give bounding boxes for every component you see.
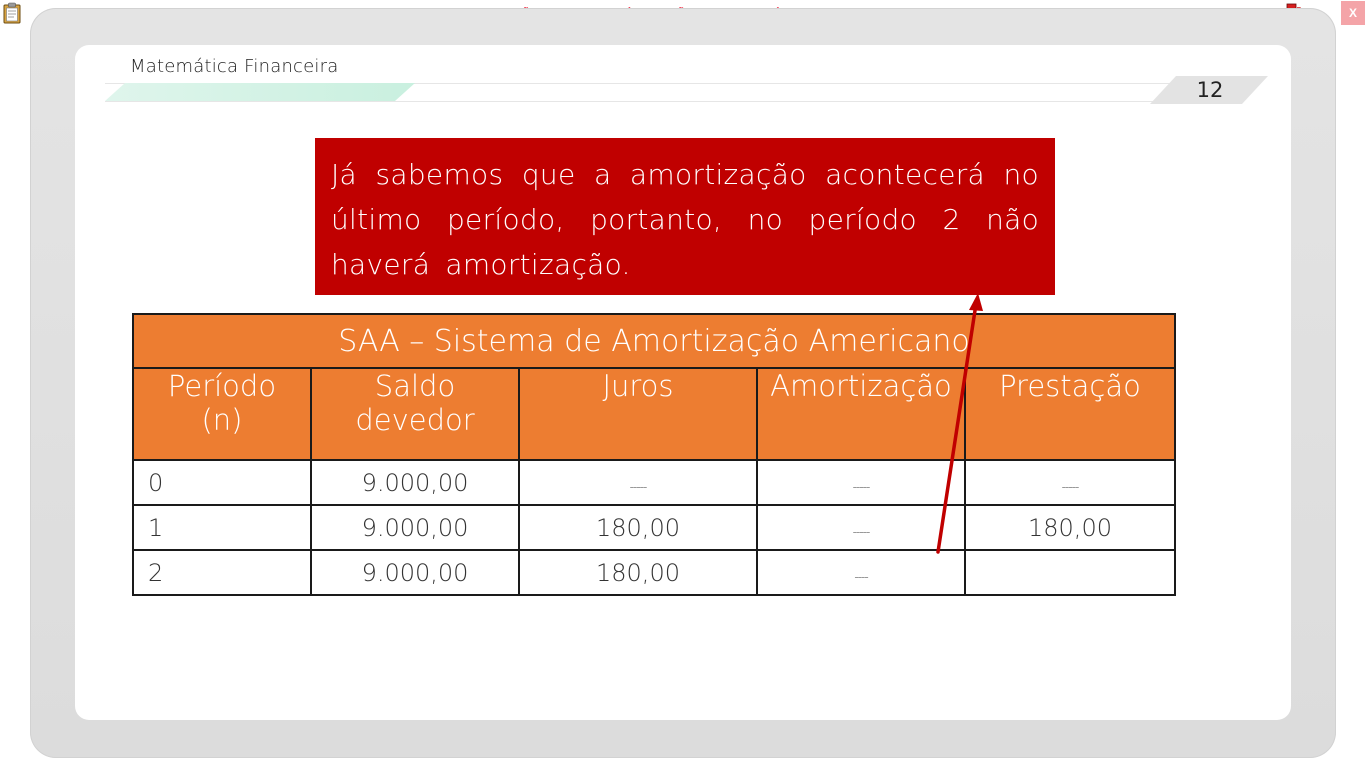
empty-dash: ----- <box>629 479 648 494</box>
table-cell: 180,00 <box>518 549 758 596</box>
header-line: Prestação <box>999 369 1141 403</box>
column-header-juros: Juros <box>518 367 758 461</box>
table-cell: ----- <box>756 504 966 551</box>
column-header-saldo-devedor: Saldo devedor <box>310 367 520 461</box>
clipboard-icon[interactable] <box>3 2 21 24</box>
amortization-table: SAA – Sistema de Amortização Americano P… <box>132 313 1176 596</box>
header-line: Amortização <box>770 369 952 403</box>
column-header-periodo: Período (n) <box>132 367 312 461</box>
header-line: Período <box>167 369 277 403</box>
table-row: 0 9.000,00 ----- ----- ----- <box>132 459 1176 506</box>
page-number: 12 <box>1196 78 1224 102</box>
table-cell: ----- <box>518 459 758 506</box>
table-cell <box>964 549 1176 596</box>
table-row: 1 9.000,00 180,00 ----- 180,00 <box>132 504 1176 551</box>
empty-dash: ---- <box>854 569 868 584</box>
header-line: Saldo <box>374 369 456 403</box>
presentation-viewer: VERSÃO PARA FUNCIONÁRIOS - NÃO COMERCIAL… <box>0 0 1366 768</box>
column-header-prestacao: Prestação <box>964 367 1176 461</box>
explanation-callout: Já sabemos que a amortização acontecerá … <box>315 138 1055 295</box>
table-cell: ----- <box>964 459 1176 506</box>
table-cell: 180,00 <box>964 504 1176 551</box>
table-row: 2 9.000,00 180,00 ---- <box>132 549 1176 596</box>
table-cell: 9.000,00 <box>310 504 520 551</box>
course-title: Matemática Financeira <box>130 56 339 77</box>
header-line: devedor <box>355 403 475 437</box>
column-header-amortizacao: Amortização <box>756 367 966 461</box>
empty-dash: ----- <box>852 524 871 539</box>
table-cell: 1 <box>132 504 312 551</box>
table-cell: 2 <box>132 549 312 596</box>
header-line: (n) <box>201 403 243 437</box>
empty-dash: ----- <box>1061 479 1080 494</box>
table-cell: ----- <box>756 459 966 506</box>
empty-dash: ----- <box>852 479 871 494</box>
table-title-row: SAA – Sistema de Amortização Americano <box>132 313 1176 369</box>
close-button[interactable]: X <box>1341 1 1365 25</box>
table-cell: 0 <box>132 459 312 506</box>
table-cell: ---- <box>756 549 966 596</box>
table-header-row: Período (n) Saldo devedor Juros Amortiza… <box>132 367 1176 461</box>
header-line: Juros <box>602 369 674 403</box>
header-decoration <box>105 83 1195 102</box>
table-cell: 180,00 <box>518 504 758 551</box>
table-title: SAA – Sistema de Amortização Americano <box>132 313 1176 369</box>
table-cell: 9.000,00 <box>310 549 520 596</box>
table-cell: 9.000,00 <box>310 459 520 506</box>
